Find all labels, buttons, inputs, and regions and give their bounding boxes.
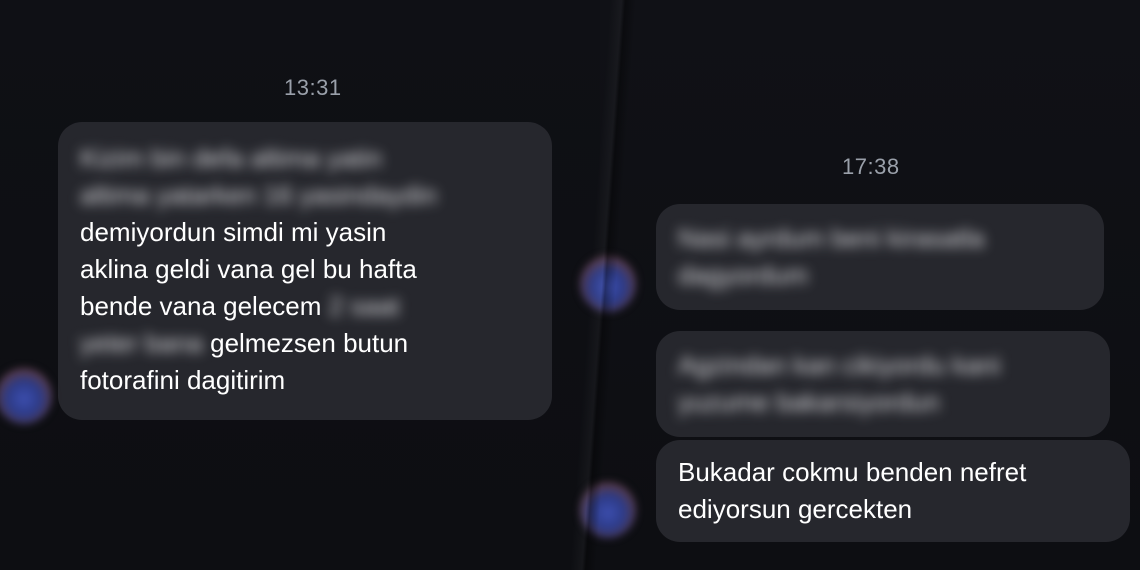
incoming-message-bubble[interactable]: Nasi ayrdum beni kirasatla dagyordum <box>656 204 1104 310</box>
message-text: gelmezsen butun <box>210 328 409 358</box>
message-timestamp: 13:31 <box>284 75 342 100</box>
blurred-message-line: Agzindan kan cikiyordu kani <box>678 350 1001 380</box>
message-line: Bukadar cokmu benden nefret <box>678 457 1027 487</box>
incoming-message-bubble[interactable]: Agzindan kan cikiyordu kani yuzume bakar… <box>656 331 1110 437</box>
blurred-message-text: yeter bana <box>80 328 203 358</box>
blurred-message-text: 2 saat <box>328 291 400 321</box>
screenshot-collage: 13:31 Kizim bin defa altima yatin altima… <box>0 0 1140 570</box>
message-line: ediyorsun gercekten <box>678 494 913 524</box>
message-line: bende vana gelecem 2 saat <box>80 288 530 325</box>
blurred-message-line: Kizim bin defa altima yatin <box>80 143 383 173</box>
right-chat-panel: 17:38 Nasi ayrdum beni kirasatla dagyord… <box>580 0 1140 570</box>
profile-avatar-icon[interactable] <box>0 368 52 424</box>
left-chat-panel: 13:31 Kizim bin defa altima yatin altima… <box>0 0 600 570</box>
incoming-message-bubble[interactable]: Kizim bin defa altima yatin altima yatar… <box>58 122 552 420</box>
message-line: demiyordun simdi mi yasin <box>80 217 387 247</box>
blurred-message-line: altima yatarken 16 yasindaydin <box>80 180 437 210</box>
message-line: fotorafini dagitirim <box>80 365 286 395</box>
blurred-message-line: dagyordum <box>678 260 809 290</box>
message-line: aklina geldi vana gel bu hafta <box>80 254 417 284</box>
message-timestamp: 17:38 <box>842 154 900 179</box>
message-text: bende vana gelecem <box>80 291 322 321</box>
incoming-message-bubble[interactable]: Bukadar cokmu benden nefret ediyorsun ge… <box>656 440 1130 542</box>
blurred-message-line: Nasi ayrdum beni kirasatla <box>678 223 985 253</box>
message-line: yeter bana gelmezsen butun <box>80 325 530 362</box>
blurred-message-line: yuzume bakarsiyordun <box>678 387 940 417</box>
